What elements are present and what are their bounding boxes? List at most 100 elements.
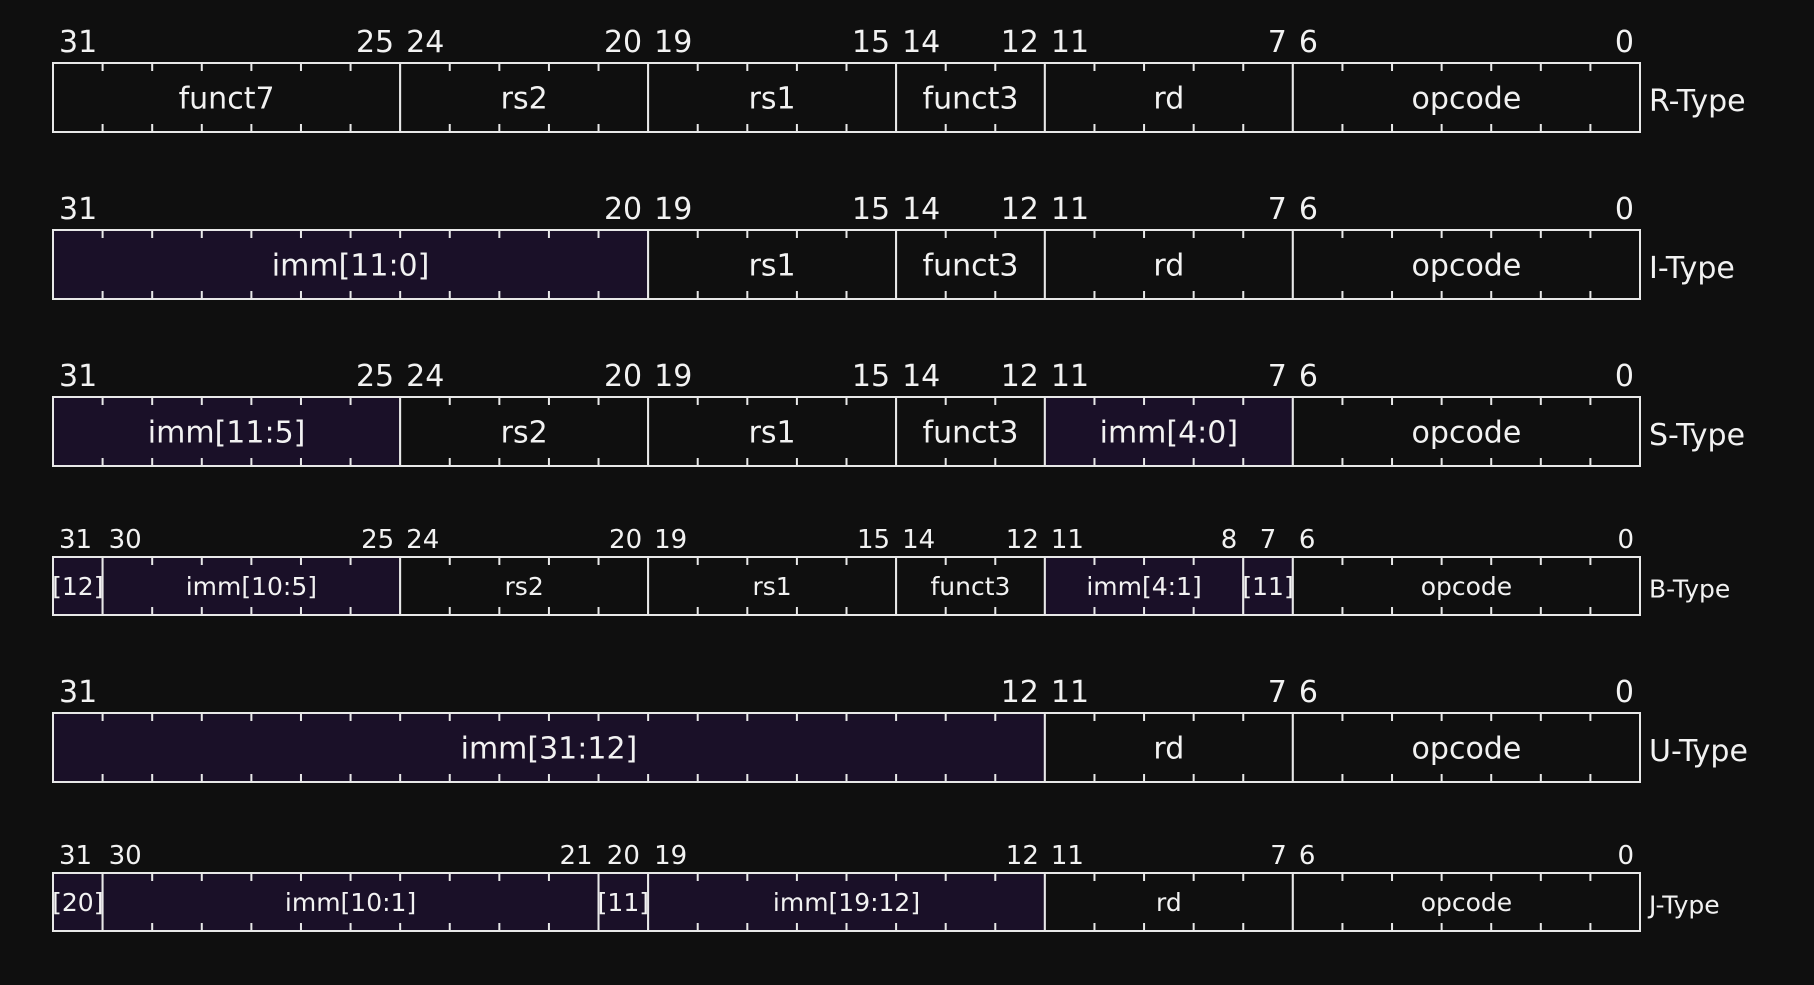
bit-number: 15 <box>852 25 890 60</box>
bit-number: 12 <box>1006 525 1039 555</box>
bit-number: 11 <box>1051 675 1089 710</box>
bit-number: 6 <box>1299 841 1316 871</box>
bit-number: 19 <box>654 192 692 227</box>
field-label: [11] <box>1242 572 1293 601</box>
field-label: opcode <box>1412 81 1522 116</box>
bit-number: 11 <box>1051 25 1089 60</box>
bit-number: 12 <box>1006 841 1039 871</box>
bit-number: 30 <box>109 525 142 555</box>
field-label: funct3 <box>923 248 1019 283</box>
bit-number: 8 <box>1221 525 1238 555</box>
bit-number: 14 <box>902 525 935 555</box>
field-label: rs2 <box>505 572 544 601</box>
bit-number: 21 <box>559 841 592 871</box>
bit-number: 15 <box>852 192 890 227</box>
bit-number: 20 <box>604 359 642 394</box>
field-label: rd <box>1153 731 1184 766</box>
bit-number: 11 <box>1051 525 1084 555</box>
field-label: funct3 <box>923 81 1019 116</box>
bit-number: 25 <box>356 359 394 394</box>
field-label: opcode <box>1421 572 1512 601</box>
bit-number: 14 <box>902 192 940 227</box>
bit-number: 25 <box>356 25 394 60</box>
bit-number: 7 <box>1268 192 1287 227</box>
bit-number: 20 <box>604 25 642 60</box>
bit-number: 14 <box>902 359 940 394</box>
field-label: imm[19:12] <box>773 888 920 917</box>
bit-number: 20 <box>604 192 642 227</box>
field-label: funct3 <box>931 572 1011 601</box>
format-type-label: J-Type <box>1647 890 1720 919</box>
bit-number: 31 <box>59 192 97 227</box>
format-row-b-type: [12] imm[10:5] rs2 rs1 funct3 imm[4:1] [11] opc… <box>52 525 1730 616</box>
field-label: imm[11:5] <box>148 415 306 450</box>
bit-number: 6 <box>1299 25 1318 60</box>
field-label: imm[4:0] <box>1100 415 1238 450</box>
bit-number: 19 <box>654 359 692 394</box>
bit-number: 0 <box>1617 841 1634 871</box>
field-label: [11] <box>598 888 649 917</box>
bit-number: 7 <box>1268 25 1287 60</box>
format-type-label: B-Type <box>1649 574 1730 603</box>
bit-number: 24 <box>406 25 444 60</box>
field-label: rd <box>1156 888 1182 917</box>
bit-number: 7 <box>1268 359 1287 394</box>
format-type-label: I-Type <box>1649 251 1735 286</box>
bit-number: 31 <box>59 25 97 60</box>
bit-number: 15 <box>857 525 890 555</box>
diagram-canvas: funct7 rs2 rs1 funct3 rd opcode 31 25 24 20 19 15 14… <box>52 25 1748 932</box>
bit-number: 0 <box>1615 192 1634 227</box>
field-label: rs1 <box>749 81 796 116</box>
field-label: opcode <box>1412 731 1522 766</box>
field-label: rd <box>1153 81 1184 116</box>
field-label: opcode <box>1412 248 1522 283</box>
bit-number: 6 <box>1299 525 1316 555</box>
bit-number: 20 <box>607 841 640 871</box>
format-row-u-type: imm[31:12] rd opcode 31 12 11 7 6 0 U-Type <box>52 675 1748 783</box>
field-label: imm[10:1] <box>285 888 416 917</box>
bit-number: 7 <box>1260 525 1277 555</box>
format-type-label: R-Type <box>1649 84 1746 119</box>
format-type-label: U-Type <box>1649 734 1748 769</box>
bit-number: 11 <box>1051 841 1084 871</box>
bit-number: 19 <box>654 841 687 871</box>
bit-number: 24 <box>406 359 444 394</box>
bit-number: 0 <box>1615 359 1634 394</box>
field-label: rs1 <box>749 248 796 283</box>
bit-number: 14 <box>902 25 940 60</box>
format-type-label: S-Type <box>1649 418 1745 453</box>
bit-number: 31 <box>59 359 97 394</box>
bit-number: 19 <box>654 525 687 555</box>
field-label: [20] <box>52 888 103 917</box>
format-row-j-type: [20] imm[10:1] [11] imm[19:12] rd opcode 31 30 2… <box>52 841 1720 932</box>
bit-number: 11 <box>1051 192 1089 227</box>
field-label: funct7 <box>179 81 275 116</box>
bit-number: 24 <box>406 525 439 555</box>
bit-number: 19 <box>654 25 692 60</box>
field-label: rs1 <box>753 572 792 601</box>
field-label: funct3 <box>923 415 1019 450</box>
bit-number: 7 <box>1270 841 1287 871</box>
field-label: rs2 <box>501 415 548 450</box>
instruction-format-diagram: funct7 rs2 rs1 funct3 rd opcode 31 25 24 20 19 15 14… <box>0 0 1814 981</box>
bit-number: 31 <box>59 525 92 555</box>
field-label: opcode <box>1412 415 1522 450</box>
bit-number: 6 <box>1299 359 1318 394</box>
bit-number: 6 <box>1299 192 1318 227</box>
field-label: rs2 <box>501 81 548 116</box>
bit-number: 12 <box>1001 359 1039 394</box>
format-row-s-type: imm[11:5] rs2 rs1 funct3 imm[4:0] opcode 31 25 2… <box>52 359 1745 467</box>
bit-number: 6 <box>1299 675 1318 710</box>
bit-number: 15 <box>852 359 890 394</box>
field-label: rd <box>1153 248 1184 283</box>
bit-number: 0 <box>1617 525 1634 555</box>
format-row-r-type: funct7 rs2 rs1 funct3 rd opcode 31 25 24 20 19 15 14… <box>52 25 1746 133</box>
bit-number: 11 <box>1051 359 1089 394</box>
bit-number: 12 <box>1001 675 1039 710</box>
field-label: opcode <box>1421 888 1512 917</box>
bit-number: 31 <box>59 841 92 871</box>
bit-number: 0 <box>1615 25 1634 60</box>
bit-number: 30 <box>109 841 142 871</box>
bit-number: 12 <box>1001 192 1039 227</box>
bit-number: 25 <box>361 525 394 555</box>
